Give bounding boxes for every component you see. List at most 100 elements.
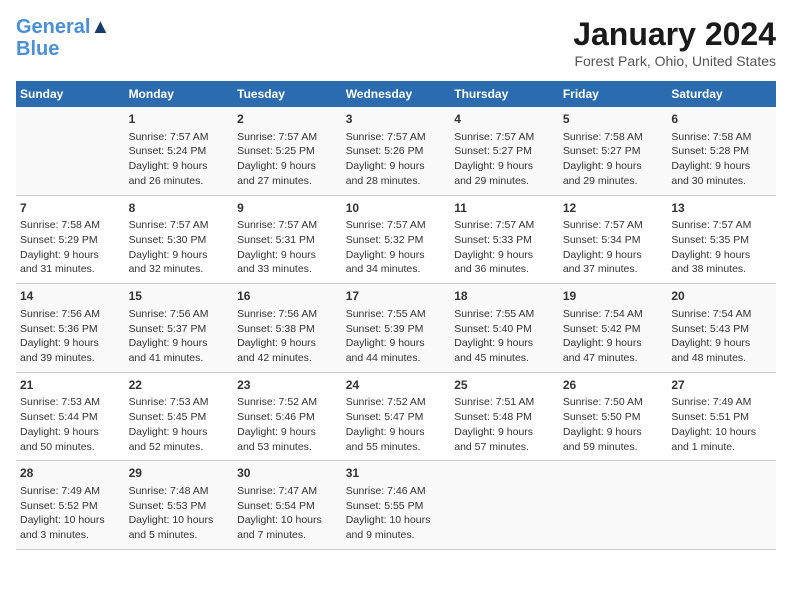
day-info: Sunrise: 7:57 AMSunset: 5:34 PMDaylight:…	[563, 218, 664, 277]
column-header-tuesday: Tuesday	[233, 81, 342, 107]
day-info: Sunrise: 7:57 AMSunset: 5:31 PMDaylight:…	[237, 218, 338, 277]
calendar-cell: 30Sunrise: 7:47 AMSunset: 5:54 PMDayligh…	[233, 461, 342, 550]
calendar-cell: 11Sunrise: 7:57 AMSunset: 5:33 PMDayligh…	[450, 195, 559, 284]
calendar-cell: 1 Sunrise: 7:57 AMSunset: 5:24 PMDaylight…	[125, 107, 234, 195]
week-row-4: 21Sunrise: 7:53 AMSunset: 5:44 PMDayligh…	[16, 372, 776, 461]
day-number: 28	[20, 465, 121, 482]
column-header-thursday: Thursday	[450, 81, 559, 107]
day-number: 16	[237, 288, 338, 305]
day-number: 13	[671, 200, 772, 217]
calendar-cell	[450, 461, 559, 550]
calendar-cell: 10Sunrise: 7:57 AMSunset: 5:32 PMDayligh…	[342, 195, 451, 284]
day-info: Sunrise: 7:57 AMSunset: 5:27 PMDaylight:…	[454, 130, 555, 189]
day-info: Sunrise: 7:57 AMSunset: 5:25 PMDaylight:…	[237, 130, 338, 189]
calendar-cell: 3Sunrise: 7:57 AMSunset: 5:26 PMDaylight…	[342, 107, 451, 195]
calendar-cell: 9Sunrise: 7:57 AMSunset: 5:31 PMDaylight…	[233, 195, 342, 284]
week-row-3: 14 Sunrise: 7:56 AMSunset: 5:36 PMDayligh…	[16, 284, 776, 373]
calendar-cell: 28 Sunrise: 7:49 AMSunset: 5:52 PMDayligh…	[16, 461, 125, 550]
day-number: 10	[346, 200, 447, 217]
day-number: 27	[671, 377, 772, 394]
calendar-cell: 22Sunrise: 7:53 AMSunset: 5:45 PMDayligh…	[125, 372, 234, 461]
calendar-cell: 8Sunrise: 7:57 AMSunset: 5:30 PMDaylight…	[125, 195, 234, 284]
day-info: Sunrise: 7:57 AMSunset: 5:24 PMDaylight:…	[129, 130, 230, 189]
day-number: 23	[237, 377, 338, 394]
calendar-cell: 29Sunrise: 7:48 AMSunset: 5:53 PMDayligh…	[125, 461, 234, 550]
calendar-cell: 13Sunrise: 7:57 AMSunset: 5:35 PMDayligh…	[667, 195, 776, 284]
day-number: 2	[237, 111, 338, 128]
day-info: Sunrise: 7:52 AMSunset: 5:47 PMDaylight:…	[346, 395, 447, 454]
calendar-cell: 14 Sunrise: 7:56 AMSunset: 5:36 PMDayligh…	[16, 284, 125, 373]
day-info: Sunrise: 7:58 AMSunset: 5:28 PMDaylight:…	[671, 130, 772, 189]
day-number: 14	[20, 288, 121, 305]
calendar-cell: 31 Sunrise: 7:46 AMSunset: 5:55 PMDayligh…	[342, 461, 451, 550]
day-number: 12	[563, 200, 664, 217]
header-row: SundayMondayTuesdayWednesdayThursdayFrid…	[16, 81, 776, 107]
week-row-2: 7Sunrise: 7:58 AMSunset: 5:29 PMDaylight…	[16, 195, 776, 284]
calendar-cell: 16 Sunrise: 7:56 AMSunset: 5:38 PMDayligh…	[233, 284, 342, 373]
day-number: 18	[454, 288, 555, 305]
day-number: 30	[237, 465, 338, 482]
calendar-subtitle: Forest Park, Ohio, United States	[573, 53, 776, 69]
day-number: 25	[454, 377, 555, 394]
day-info: Sunrise: 7:54 AMSunset: 5:43 PMDaylight:…	[671, 307, 772, 366]
logo: General▲ Blue	[16, 16, 110, 60]
day-info: Sunrise: 7:54 AMSunset: 5:42 PMDaylight:…	[563, 307, 664, 366]
day-info: Sunrise: 7:51 AMSunset: 5:48 PMDaylight:…	[454, 395, 555, 454]
day-info: Sunrise: 7:49 AMSunset: 5:51 PMDaylight:…	[671, 395, 772, 454]
day-number: 8	[129, 200, 230, 217]
calendar-cell: 19 Sunrise: 7:54 AMSunset: 5:42 PMDayligh…	[559, 284, 668, 373]
day-number: 21	[20, 377, 121, 394]
calendar-cell: 18 Sunrise: 7:55 AMSunset: 5:40 PMDayligh…	[450, 284, 559, 373]
calendar-cell: 24Sunrise: 7:52 AMSunset: 5:47 PMDayligh…	[342, 372, 451, 461]
calendar-cell: 4 Sunrise: 7:57 AMSunset: 5:27 PMDaylight…	[450, 107, 559, 195]
day-info: Sunrise: 7:56 AMSunset: 5:38 PMDaylight:…	[237, 307, 338, 366]
calendar-cell: 15Sunrise: 7:56 AMSunset: 5:37 PMDayligh…	[125, 284, 234, 373]
day-info: Sunrise: 7:57 AMSunset: 5:32 PMDaylight:…	[346, 218, 447, 277]
day-info: Sunrise: 7:46 AMSunset: 5:55 PMDaylight:…	[346, 484, 447, 543]
day-info: Sunrise: 7:57 AMSunset: 5:35 PMDaylight:…	[671, 218, 772, 277]
day-number: 6	[671, 111, 772, 128]
column-header-wednesday: Wednesday	[342, 81, 451, 107]
day-number: 31	[346, 465, 447, 482]
day-number: 20	[671, 288, 772, 305]
calendar-cell: 27Sunrise: 7:49 AMSunset: 5:51 PMDayligh…	[667, 372, 776, 461]
day-number: 7	[20, 200, 121, 217]
day-info: Sunrise: 7:55 AMSunset: 5:40 PMDaylight:…	[454, 307, 555, 366]
day-number: 19	[563, 288, 664, 305]
calendar-cell: 6 Sunrise: 7:58 AMSunset: 5:28 PMDaylight…	[667, 107, 776, 195]
day-info: Sunrise: 7:55 AMSunset: 5:39 PMDaylight:…	[346, 307, 447, 366]
title-block: January 2024 Forest Park, Ohio, United S…	[573, 16, 776, 69]
calendar-cell: 25Sunrise: 7:51 AMSunset: 5:48 PMDayligh…	[450, 372, 559, 461]
calendar-cell: 5 Sunrise: 7:58 AMSunset: 5:27 PMDaylight…	[559, 107, 668, 195]
day-number: 26	[563, 377, 664, 394]
day-info: Sunrise: 7:58 AMSunset: 5:29 PMDaylight:…	[20, 218, 121, 277]
day-info: Sunrise: 7:57 AMSunset: 5:33 PMDaylight:…	[454, 218, 555, 277]
day-info: Sunrise: 7:50 AMSunset: 5:50 PMDaylight:…	[563, 395, 664, 454]
day-number: 5	[563, 111, 664, 128]
day-number: 4	[454, 111, 555, 128]
logo-text: General▲ Blue	[16, 16, 110, 60]
calendar-cell: 2 Sunrise: 7:57 AMSunset: 5:25 PMDaylight…	[233, 107, 342, 195]
day-info: Sunrise: 7:48 AMSunset: 5:53 PMDaylight:…	[129, 484, 230, 543]
week-row-1: 1 Sunrise: 7:57 AMSunset: 5:24 PMDaylight…	[16, 107, 776, 195]
day-number: 24	[346, 377, 447, 394]
column-header-saturday: Saturday	[667, 81, 776, 107]
column-header-monday: Monday	[125, 81, 234, 107]
day-info: Sunrise: 7:49 AMSunset: 5:52 PMDaylight:…	[20, 484, 121, 543]
day-number: 1	[129, 111, 230, 128]
calendar-cell: 20 Sunrise: 7:54 AMSunset: 5:43 PMDayligh…	[667, 284, 776, 373]
day-info: Sunrise: 7:53 AMSunset: 5:44 PMDaylight:…	[20, 395, 121, 454]
column-header-sunday: Sunday	[16, 81, 125, 107]
calendar-cell	[16, 107, 125, 195]
calendar-cell	[667, 461, 776, 550]
calendar-title: January 2024	[573, 16, 776, 53]
calendar-cell: 12Sunrise: 7:57 AMSunset: 5:34 PMDayligh…	[559, 195, 668, 284]
day-info: Sunrise: 7:56 AMSunset: 5:36 PMDaylight:…	[20, 307, 121, 366]
page-header: General▲ Blue January 2024 Forest Park, …	[16, 16, 776, 69]
week-row-5: 28 Sunrise: 7:49 AMSunset: 5:52 PMDayligh…	[16, 461, 776, 550]
logo-blue: Blue	[16, 38, 59, 60]
calendar-cell: 21Sunrise: 7:53 AMSunset: 5:44 PMDayligh…	[16, 372, 125, 461]
day-info: Sunrise: 7:58 AMSunset: 5:27 PMDaylight:…	[563, 130, 664, 189]
day-number: 9	[237, 200, 338, 217]
day-number: 3	[346, 111, 447, 128]
